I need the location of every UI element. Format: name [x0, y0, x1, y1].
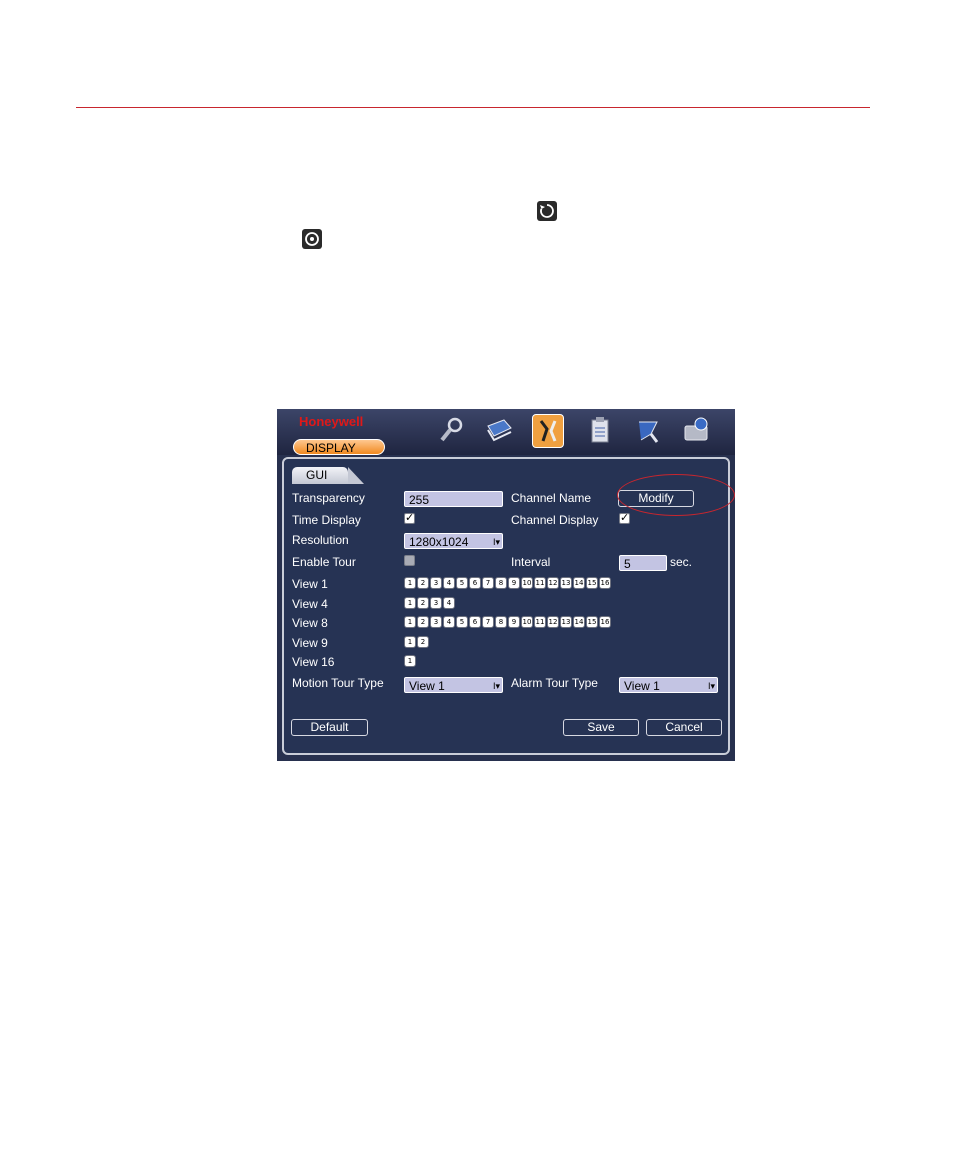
- view8-channel-checkbox[interactable]: 11: [534, 616, 546, 628]
- view8-channel-checkbox[interactable]: 16: [599, 616, 611, 628]
- view1-channel-checkbox[interactable]: 2: [417, 577, 429, 589]
- resolution-value: 1280x1024: [409, 535, 469, 549]
- view1-channel-checkbox[interactable]: 12: [547, 577, 559, 589]
- view8-channel-checkbox[interactable]: 15: [586, 616, 598, 628]
- default-button[interactable]: Default: [291, 719, 368, 736]
- channel-display-checkbox[interactable]: [619, 511, 630, 524]
- view1-channel-checkbox[interactable]: 11: [534, 577, 546, 589]
- clipboard-icon[interactable]: [585, 414, 615, 446]
- chevron-down-icon: I▾: [707, 681, 715, 691]
- transparency-input[interactable]: 255: [404, 491, 503, 507]
- view8-channel-checkbox[interactable]: 5: [456, 616, 468, 628]
- view4-channel-checkbox[interactable]: 2: [417, 597, 429, 609]
- view1-channel-checkbox[interactable]: 16: [599, 577, 611, 589]
- motion-tour-type-value: View 1: [409, 679, 445, 693]
- view8-channel-checkbox[interactable]: 1: [404, 616, 416, 628]
- view8-channel-checkbox[interactable]: 8: [495, 616, 507, 628]
- disk-icon[interactable]: [681, 414, 711, 446]
- tools-icon[interactable]: [532, 414, 564, 448]
- view4-label: View 4: [292, 597, 328, 611]
- enable-tour-label: Enable Tour: [292, 555, 356, 569]
- view1-channel-checkbox[interactable]: 5: [456, 577, 468, 589]
- resolution-label: Resolution: [292, 533, 349, 547]
- view8-channel-checkbox[interactable]: 13: [560, 616, 572, 628]
- view16-channels: 1: [404, 655, 416, 667]
- view1-channel-checkbox[interactable]: 7: [482, 577, 494, 589]
- brand-logo: Honeywell: [299, 414, 364, 429]
- view1-label: View 1: [292, 577, 328, 591]
- view9-channel-checkbox[interactable]: 2: [417, 636, 429, 648]
- view1-channel-checkbox[interactable]: 10: [521, 577, 533, 589]
- alarm-tour-type-value: View 1: [624, 679, 660, 693]
- view9-channel-checkbox[interactable]: 1: [404, 636, 416, 648]
- view8-channel-checkbox[interactable]: 4: [443, 616, 455, 628]
- alarm-tour-type-select[interactable]: View 1 I▾: [619, 677, 718, 693]
- view4-channel-checkbox[interactable]: 1: [404, 597, 416, 609]
- view8-channel-checkbox[interactable]: 3: [430, 616, 442, 628]
- dvr-display-window: Honeywell DISPLAY GUI Transparency 255 C…: [277, 409, 735, 761]
- view16-label: View 16: [292, 655, 335, 669]
- view1-channel-checkbox[interactable]: 14: [573, 577, 585, 589]
- view1-channel-checkbox[interactable]: 9: [508, 577, 520, 589]
- refresh-settings-icon: [302, 229, 322, 249]
- channel-name-label: Channel Name: [511, 491, 592, 505]
- alarm-tour-type-label: Alarm Tour Type: [511, 676, 598, 690]
- view8-label: View 8: [292, 616, 328, 630]
- view1-channel-checkbox[interactable]: 4: [443, 577, 455, 589]
- view9-channels: 12: [404, 636, 429, 648]
- view4-channel-checkbox[interactable]: 3: [430, 597, 442, 609]
- view1-channels: 1 2 3 4 5 6 7 8 9 10 11 12 13 14 15 16: [404, 577, 611, 589]
- time-display-label: Time Display: [292, 513, 361, 527]
- info-book-icon[interactable]: [484, 414, 514, 446]
- view1-channel-checkbox[interactable]: 3: [430, 577, 442, 589]
- page-rule: [76, 107, 870, 108]
- interval-input[interactable]: 5: [619, 555, 667, 571]
- view16-channel-checkbox[interactable]: 1: [404, 655, 416, 667]
- view8-channel-checkbox[interactable]: 2: [417, 616, 429, 628]
- view8-channel-checkbox[interactable]: 10: [521, 616, 533, 628]
- view9-label: View 9: [292, 636, 328, 650]
- view8-channel-checkbox[interactable]: 7: [482, 616, 494, 628]
- time-display-checkbox[interactable]: [404, 511, 415, 524]
- view8-channel-checkbox[interactable]: 9: [508, 616, 520, 628]
- menu-bar: Honeywell DISPLAY: [277, 409, 735, 455]
- view4-channel-checkbox[interactable]: 4: [443, 597, 455, 609]
- view8-channel-checkbox[interactable]: 6: [469, 616, 481, 628]
- view1-channel-checkbox[interactable]: 1: [404, 577, 416, 589]
- chevron-down-icon: I▾: [492, 681, 500, 691]
- view1-channel-checkbox[interactable]: 15: [586, 577, 598, 589]
- wizard-icon[interactable]: [633, 414, 663, 446]
- chevron-down-icon: I▾: [492, 537, 500, 547]
- highlight-circle: [617, 474, 735, 516]
- interval-unit: sec.: [670, 555, 693, 569]
- view8-channel-checkbox[interactable]: 12: [547, 616, 559, 628]
- tab-gui[interactable]: GUI: [292, 467, 364, 484]
- motion-tour-type-select[interactable]: View 1 I▾: [404, 677, 503, 693]
- view1-channel-checkbox[interactable]: 6: [469, 577, 481, 589]
- view4-channels: 1234: [404, 597, 455, 609]
- search-icon[interactable]: [437, 414, 467, 446]
- refresh-icon: [537, 201, 557, 221]
- transparency-label: Transparency: [292, 491, 365, 505]
- cancel-button[interactable]: Cancel: [646, 719, 722, 736]
- resolution-select[interactable]: 1280x1024 I▾: [404, 533, 503, 549]
- tab-display[interactable]: DISPLAY: [293, 439, 385, 455]
- motion-tour-type-label: Motion Tour Type: [292, 676, 384, 690]
- channel-display-label: Channel Display: [511, 513, 599, 527]
- save-button[interactable]: Save: [563, 719, 639, 736]
- interval-label: Interval: [511, 555, 551, 569]
- enable-tour-checkbox[interactable]: [404, 555, 415, 566]
- view8-channel-checkbox[interactable]: 14: [573, 616, 585, 628]
- view1-channel-checkbox[interactable]: 13: [560, 577, 572, 589]
- view1-channel-checkbox[interactable]: 8: [495, 577, 507, 589]
- view8-channels: 1 2 3 4 5 6 7 8 9 10 11 12 13 14 15 16: [404, 616, 611, 628]
